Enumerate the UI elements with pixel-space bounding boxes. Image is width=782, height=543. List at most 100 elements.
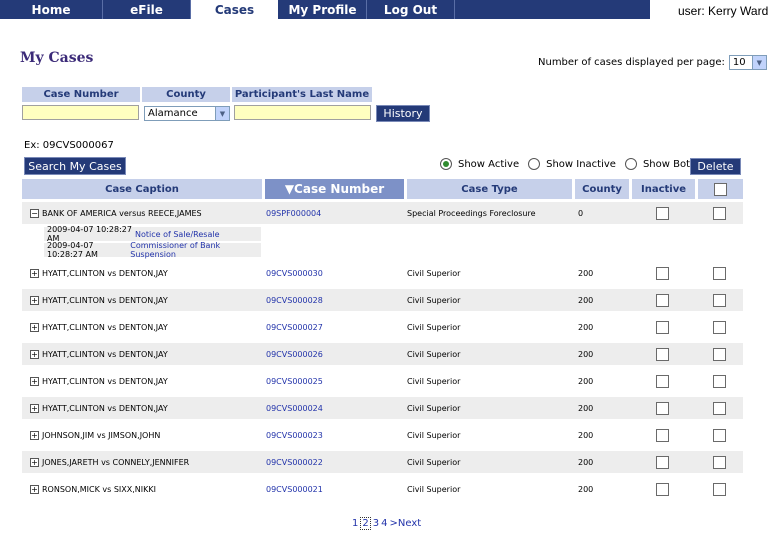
select-checkbox[interactable] bbox=[713, 316, 726, 338]
expand-icon[interactable]: + bbox=[30, 430, 39, 440]
case-type: Civil Superior bbox=[407, 349, 461, 359]
per-page-label: Number of cases displayed per page: bbox=[538, 57, 725, 68]
table-row: + RONSON,MICK vs SIXX,NIKKI 09CVS000021 C… bbox=[22, 478, 743, 500]
county-label: County bbox=[142, 87, 230, 102]
case-number-link[interactable]: 09CVS000024 bbox=[266, 397, 323, 419]
expand-icon[interactable]: + bbox=[30, 457, 39, 467]
participant-input[interactable] bbox=[234, 105, 371, 120]
case-caption: + HYATT,CLINTON vs DENTON,JAY bbox=[30, 376, 168, 386]
document-timestamp: 2009-04-07 10:28:27 AM bbox=[47, 241, 98, 259]
header-case-caption[interactable]: Case Caption bbox=[22, 179, 262, 199]
tab-cases[interactable]: Cases bbox=[191, 0, 279, 19]
document-row: 2009-04-07 10:28:27 AM Commissioner of B… bbox=[44, 241, 261, 259]
case-caption: + HYATT,CLINTON vs DENTON,JAY bbox=[30, 349, 168, 359]
tab-log-out[interactable]: Log Out bbox=[367, 0, 455, 19]
inactive-checkbox[interactable] bbox=[656, 262, 669, 284]
inactive-checkbox[interactable] bbox=[656, 370, 669, 392]
case-number-input[interactable] bbox=[22, 105, 139, 120]
inactive-checkbox[interactable] bbox=[656, 451, 669, 473]
pagination: 1 2 3 4 >Next bbox=[352, 517, 421, 530]
county-select-value: Alamance bbox=[148, 108, 198, 119]
case-number-link[interactable]: 09CVS000027 bbox=[266, 316, 323, 338]
inactive-checkbox[interactable] bbox=[656, 343, 669, 365]
expand-icon[interactable]: + bbox=[30, 349, 39, 359]
inactive-checkbox[interactable] bbox=[656, 202, 669, 224]
expand-icon[interactable]: + bbox=[30, 268, 39, 278]
page-link[interactable]: 3 bbox=[373, 518, 379, 529]
case-number-link[interactable]: 09CVS000021 bbox=[266, 478, 323, 500]
history-button[interactable]: History bbox=[376, 105, 430, 122]
case-type: Civil Superior bbox=[407, 376, 461, 386]
table-row: + HYATT,CLINTON vs DENTON,JAY 09CVS000027… bbox=[22, 316, 743, 338]
select-checkbox[interactable] bbox=[713, 424, 726, 446]
select-checkbox[interactable] bbox=[713, 478, 726, 500]
inactive-checkbox[interactable] bbox=[656, 397, 669, 419]
inactive-checkbox[interactable] bbox=[656, 478, 669, 500]
header-select-all bbox=[698, 179, 743, 199]
table-row: + HYATT,CLINTON vs DENTON,JAY 09CVS000028… bbox=[22, 289, 743, 311]
county: 200 bbox=[578, 484, 594, 494]
case-type: Civil Superior bbox=[407, 457, 461, 467]
case-number-link[interactable]: 09CVS000023 bbox=[266, 424, 323, 446]
case-caption: + HYATT,CLINTON vs DENTON,JAY bbox=[30, 295, 168, 305]
top-nav: Home eFile Cases My Profile Log Out bbox=[0, 0, 650, 19]
case-type: Special Proceedings Foreclosure bbox=[407, 208, 536, 218]
select-checkbox[interactable] bbox=[713, 262, 726, 284]
tab-home[interactable]: Home bbox=[0, 0, 103, 19]
case-number-link[interactable]: 09CVS000026 bbox=[266, 343, 323, 365]
county: 200 bbox=[578, 295, 594, 305]
expand-icon[interactable]: + bbox=[30, 484, 39, 494]
select-checkbox[interactable] bbox=[713, 397, 726, 419]
show-both-radio[interactable] bbox=[624, 158, 637, 170]
case-type: Civil Superior bbox=[407, 268, 461, 278]
show-inactive-radio[interactable] bbox=[528, 158, 541, 170]
chevron-down-icon: ▼ bbox=[751, 56, 766, 69]
next-page-link[interactable]: >Next bbox=[390, 518, 422, 529]
expand-icon[interactable]: + bbox=[30, 322, 39, 332]
page-title: My Cases bbox=[20, 50, 94, 66]
header-county[interactable]: County bbox=[575, 179, 629, 199]
show-inactive-label: Show Inactive bbox=[546, 158, 616, 170]
county: 200 bbox=[578, 349, 594, 359]
case-type: Civil Superior bbox=[407, 322, 461, 332]
per-page-select[interactable]: 10 ▼ bbox=[728, 55, 767, 70]
case-number-label: Case Number bbox=[22, 87, 140, 102]
select-all-checkbox[interactable] bbox=[714, 182, 727, 196]
header-case-number[interactable]: ▼Case Number bbox=[265, 179, 404, 199]
page-link[interactable]: 4 bbox=[381, 518, 387, 529]
delete-button[interactable]: Delete bbox=[690, 158, 741, 175]
expand-icon[interactable]: + bbox=[30, 403, 39, 413]
select-checkbox[interactable] bbox=[713, 370, 726, 392]
select-checkbox[interactable] bbox=[713, 343, 726, 365]
header-case-type[interactable]: Case Type bbox=[407, 179, 572, 199]
search-my-cases-button[interactable]: Search My Cases bbox=[24, 157, 126, 175]
case-caption: + JOHNSON,JIM vs JIMSON,JOHN bbox=[30, 430, 161, 440]
collapse-icon[interactable]: − bbox=[30, 208, 39, 218]
select-checkbox[interactable] bbox=[713, 289, 726, 311]
select-checkbox[interactable] bbox=[713, 451, 726, 473]
inactive-checkbox[interactable] bbox=[656, 316, 669, 338]
select-checkbox[interactable] bbox=[713, 202, 726, 224]
page-link[interactable]: 1 bbox=[352, 518, 358, 529]
county-select[interactable]: Alamance ▼ bbox=[144, 106, 230, 121]
per-page-value: 10 bbox=[732, 57, 746, 68]
case-number-link[interactable]: 09CVS000030 bbox=[266, 262, 323, 284]
inactive-checkbox[interactable] bbox=[656, 424, 669, 446]
tab-efile[interactable]: eFile bbox=[103, 0, 191, 19]
inactive-checkbox[interactable] bbox=[656, 289, 669, 311]
document-link[interactable]: Commissioner of Bank Suspension bbox=[130, 241, 261, 259]
per-page-control: Number of cases displayed per page: 10 ▼ bbox=[538, 55, 767, 70]
case-type: Civil Superior bbox=[407, 484, 461, 494]
document-link[interactable]: Notice of Sale/Resale bbox=[135, 230, 220, 239]
case-number-link[interactable]: 09SPF000004 bbox=[266, 202, 321, 224]
show-active-radio[interactable] bbox=[440, 158, 452, 170]
expand-icon[interactable]: + bbox=[30, 295, 39, 305]
user-name: user: Kerry Ward bbox=[678, 4, 769, 18]
case-number-link[interactable]: 09CVS000025 bbox=[266, 370, 323, 392]
tab-my-profile[interactable]: My Profile bbox=[279, 0, 367, 19]
expand-icon[interactable]: + bbox=[30, 376, 39, 386]
case-caption: − BANK OF AMERICA versus REECE,JAMES bbox=[30, 208, 202, 218]
case-number-link[interactable]: 09CVS000022 bbox=[266, 451, 323, 473]
table-row: + HYATT,CLINTON vs DENTON,JAY 09CVS000024… bbox=[22, 397, 743, 419]
case-number-link[interactable]: 09CVS000028 bbox=[266, 289, 323, 311]
